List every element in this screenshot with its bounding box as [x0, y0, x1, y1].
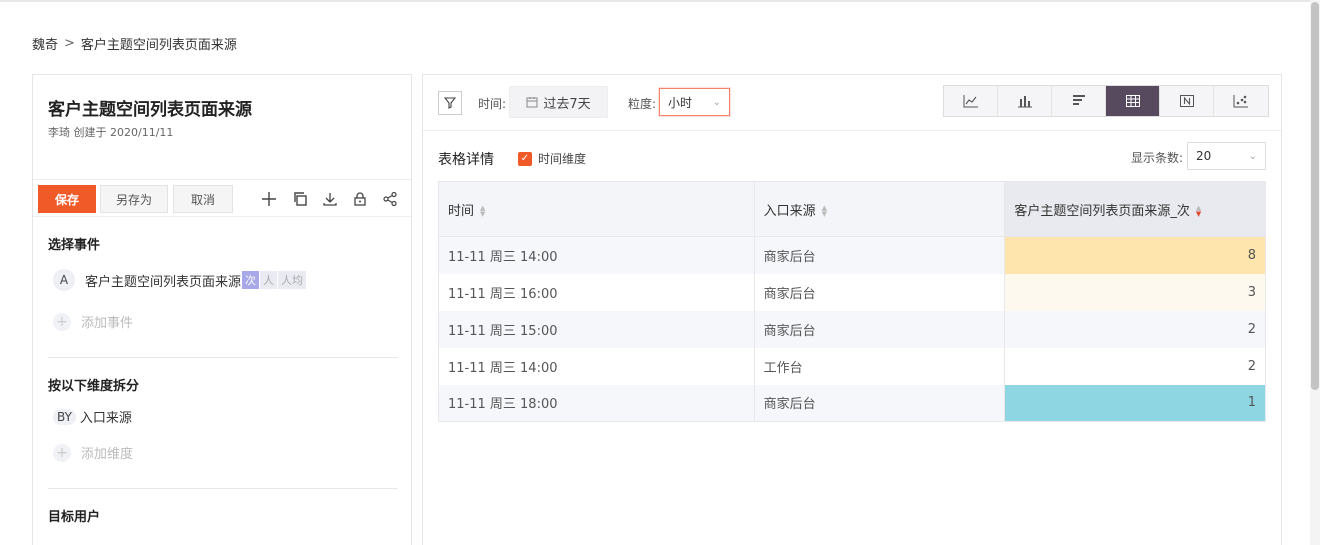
time-label: 时间: — [478, 97, 507, 111]
results-panel: 时间: 过去7天 粒度: 小时 ⌄ 表格详情 ✓ 时间维度 显示条数: 20 ⌄… — [422, 74, 1282, 545]
chevron-down-icon: ⌄ — [1248, 150, 1257, 162]
cell-source: 工作台 — [754, 347, 1006, 385]
column-header-count[interactable]: 客户主题空间列表页面来源_次 ▲ ▼ — [1004, 181, 1266, 237]
number-icon — [1179, 95, 1194, 107]
table-icon — [1125, 95, 1140, 107]
add-event-label: 添加事件 — [81, 316, 134, 331]
add-dimension-plus-icon: + — [53, 443, 71, 462]
metric-tag-users[interactable]: 人 — [260, 271, 278, 289]
events-section-title: 选择事件 — [48, 238, 101, 253]
add-event-plus-icon: + — [53, 312, 71, 331]
save-button[interactable]: 保存 — [38, 185, 96, 213]
report-created-by: 李琦 创建于 2020/11/11 — [48, 126, 174, 139]
sort-icon[interactable]: ▲ ▼ — [822, 205, 827, 218]
table-row: 11-11 周三 14:00 商家后台 8 — [438, 236, 1266, 274]
breadcrumb: 魏奇 > 客户主题空间列表页面来源 — [32, 34, 237, 53]
time-dimension-label: 时间维度 — [538, 152, 587, 166]
top-border — [0, 0, 1320, 2]
filter-bar: 时间: 过去7天 粒度: 小时 ⌄ — [423, 75, 1281, 131]
report-toolbar: 保存 另存为 取消 — [33, 179, 411, 217]
lock-icon[interactable] — [351, 190, 369, 208]
scatter-icon — [1233, 95, 1248, 108]
calendar-icon — [526, 97, 538, 108]
dimension-name[interactable]: 入口来源 — [80, 407, 132, 426]
breadcrumb-current: 客户主题空间列表页面来源 — [80, 38, 237, 53]
chart-type-switcher — [943, 85, 1269, 117]
time-dimension-checkbox[interactable]: ✓ 时间维度 — [518, 150, 586, 167]
add-event-button[interactable]: + 添加事件 — [53, 312, 133, 331]
cell-count: 2 — [1004, 347, 1266, 385]
cell-source: 商家后台 — [754, 273, 1006, 311]
checkbox-checked-icon: ✓ — [518, 151, 532, 166]
granularity-select[interactable]: 小时 ⌄ — [659, 88, 730, 116]
report-config-panel: 客户主题空间列表页面来源 李琦 创建于 2020/11/11 保存 另存为 取消… — [32, 74, 412, 545]
section-divider — [48, 357, 398, 358]
line-chart-icon — [963, 95, 978, 108]
cell-source: 商家后台 — [754, 310, 1006, 348]
rows-count-select[interactable]: 20 ⌄ — [1187, 142, 1266, 170]
download-icon[interactable] — [321, 190, 339, 208]
filter-icon — [444, 97, 456, 109]
results-table: 时间 ▲ ▼ 入口来源 ▲ ▼ 客户主题空间列表页面来源_次 ▲ ▼ 11-11 周三 14… — [438, 181, 1266, 422]
cell-time: 11-11 周三 14:00 — [438, 347, 755, 385]
sort-icon[interactable]: ▲ ▼ — [1196, 205, 1201, 218]
metric-tag-count[interactable]: 次 — [242, 271, 260, 289]
rows-count-value: 20 — [1196, 149, 1212, 163]
cell-count: 1 — [1004, 384, 1266, 422]
breadcrumb-separator: > — [64, 36, 75, 51]
cell-source: 商家后台 — [754, 384, 1006, 422]
save-as-button[interactable]: 另存为 — [100, 185, 168, 213]
section-divider — [48, 488, 398, 489]
add-dimension-label: 添加维度 — [81, 447, 134, 462]
rows-count-label: 显示条数: — [1131, 151, 1184, 165]
copy-icon[interactable] — [291, 190, 309, 208]
by-badge: BY — [53, 408, 76, 425]
time-range-value: 过去7天 — [543, 96, 591, 112]
table-view-button[interactable] — [1106, 86, 1160, 116]
share-icon[interactable] — [381, 190, 399, 208]
event-name[interactable]: 客户主题空间列表页面来源 — [85, 271, 241, 290]
cell-count: 2 — [1004, 310, 1266, 348]
table-row: 11-11 周三 15:00 商家后台 2 — [438, 310, 1266, 348]
cell-source: 商家后台 — [754, 236, 1006, 274]
breadcrumb-root[interactable]: 魏奇 — [32, 34, 58, 53]
cell-time: 11-11 周三 15:00 — [438, 310, 755, 348]
chevron-down-icon: ⌄ — [712, 96, 721, 108]
number-view-button[interactable] — [1160, 86, 1214, 116]
column-header-source[interactable]: 入口来源 ▲ ▼ — [754, 181, 1006, 237]
event-item[interactable]: A 客户主题空间列表页面来源 次 人 人均 — [53, 269, 307, 291]
scatter-view-button[interactable] — [1214, 86, 1268, 116]
cell-time: 11-11 周三 18:00 — [438, 384, 755, 422]
add-dimension-button[interactable]: + 添加维度 — [53, 443, 133, 462]
table-row: 11-11 周三 14:00 工作台 2 — [438, 347, 1266, 385]
scrollbar-thumb[interactable] — [1311, 2, 1319, 390]
plus-icon[interactable] — [260, 190, 278, 208]
horizontal-bar-icon — [1072, 95, 1085, 105]
column-header-time[interactable]: 时间 ▲ ▼ — [438, 181, 755, 237]
cell-count: 3 — [1004, 273, 1266, 311]
dimension-section-title: 按以下维度拆分 — [48, 379, 140, 394]
table-row: 11-11 周三 18:00 商家后台 1 — [438, 384, 1266, 422]
table-row: 11-11 周三 16:00 商家后台 3 — [438, 273, 1266, 311]
time-range-picker[interactable]: 过去7天 — [509, 86, 608, 118]
report-title: 客户主题空间列表页面来源 — [48, 100, 252, 120]
target-users-title: 目标用户 — [48, 510, 101, 525]
filter-button[interactable] — [438, 91, 462, 115]
granularity-value: 小时 — [668, 95, 693, 110]
line-chart-button[interactable] — [944, 86, 998, 116]
metric-tag-per-user[interactable]: 人均 — [278, 271, 307, 289]
bar-chart-icon — [1017, 96, 1032, 108]
cell-count: 8 — [1004, 236, 1266, 274]
bar-chart-button[interactable] — [998, 86, 1052, 116]
cell-time: 11-11 周三 14:00 — [438, 236, 755, 274]
sort-icon[interactable]: ▲ ▼ — [480, 205, 485, 218]
cell-time: 11-11 周三 16:00 — [438, 273, 755, 311]
horizontal-bar-button[interactable] — [1052, 86, 1106, 116]
cancel-button[interactable]: 取消 — [173, 185, 233, 213]
table-detail-title: 表格详情 — [438, 152, 494, 168]
granularity-label: 粒度: — [628, 97, 657, 111]
dimension-item[interactable]: BY 入口来源 — [53, 407, 132, 426]
table-header-row: 时间 ▲ ▼ 入口来源 ▲ ▼ 客户主题空间列表页面来源_次 ▲ ▼ — [438, 181, 1266, 237]
event-badge: A — [53, 269, 75, 291]
